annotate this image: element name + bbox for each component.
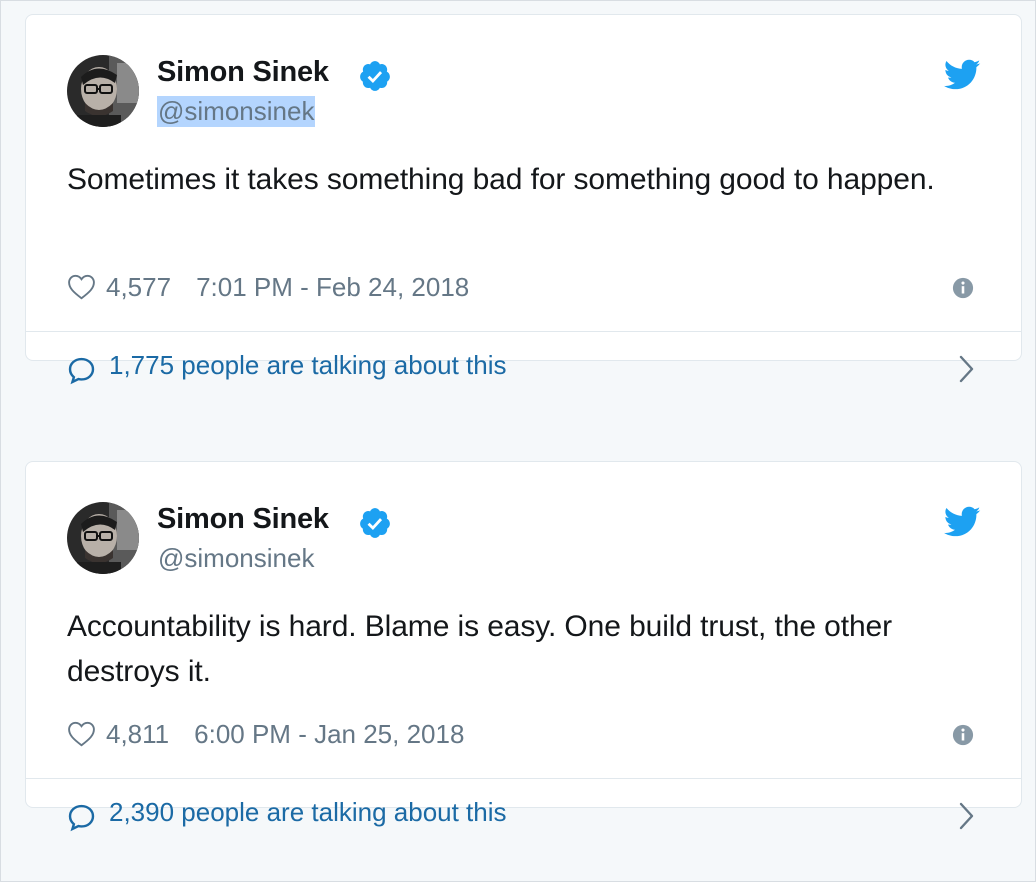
conversation-link[interactable]: 2,390 people are talking about this [26, 779, 1021, 832]
chevron-right-icon[interactable] [959, 801, 975, 831]
author-name[interactable]: Simon Sinek [157, 503, 329, 536]
reply-bubble-icon [68, 357, 95, 385]
heart-icon[interactable] [67, 274, 96, 300]
tweet-card[interactable]: Simon Sinek @simonsinek Sometimes it tak… [25, 14, 1022, 385]
chevron-right-icon[interactable] [959, 354, 975, 384]
tweet-timestamp[interactable]: 7:01 PM - Feb 24, 2018 [196, 272, 469, 303]
verified-badge-icon [360, 508, 390, 538]
avatar-photo [67, 55, 139, 127]
conversation-link[interactable]: 1,775 people are talking about this [26, 332, 1021, 385]
avatar[interactable] [67, 55, 139, 127]
tweet-timestamp[interactable]: 6:00 PM - Jan 25, 2018 [194, 719, 464, 750]
info-icon[interactable] [952, 724, 974, 746]
conversation-count-link[interactable]: 2,390 people are talking about this [109, 797, 507, 828]
conversation-count-link[interactable]: 1,775 people are talking about this [109, 350, 507, 381]
tweet-meta: 4,577 7:01 PM - Feb 24, 2018 [67, 269, 469, 305]
tweet-meta: 4,811 6:00 PM - Jan 25, 2018 [67, 716, 464, 752]
avatar[interactable] [67, 502, 139, 574]
tweet-text: Accountability is hard. Blame is easy. O… [67, 610, 893, 688]
tweet-text: Sometimes it takes something bad for som… [67, 163, 935, 196]
author-handle[interactable]: @simonsinek [157, 543, 315, 574]
heart-icon[interactable] [67, 721, 96, 747]
like-count[interactable]: 4,811 [106, 719, 169, 750]
author-name[interactable]: Simon Sinek [157, 56, 329, 89]
twitter-bird-icon[interactable] [944, 59, 981, 91]
author-handle[interactable]: @simonsinek [157, 96, 316, 127]
tweet-card[interactable]: Simon Sinek @simonsinek Accountability i… [25, 461, 1022, 832]
info-icon[interactable] [952, 277, 974, 299]
reply-bubble-icon [68, 804, 95, 832]
avatar-photo [67, 502, 139, 574]
like-count[interactable]: 4,577 [106, 272, 171, 303]
verified-badge-icon [360, 61, 390, 91]
twitter-bird-icon[interactable] [944, 506, 981, 538]
